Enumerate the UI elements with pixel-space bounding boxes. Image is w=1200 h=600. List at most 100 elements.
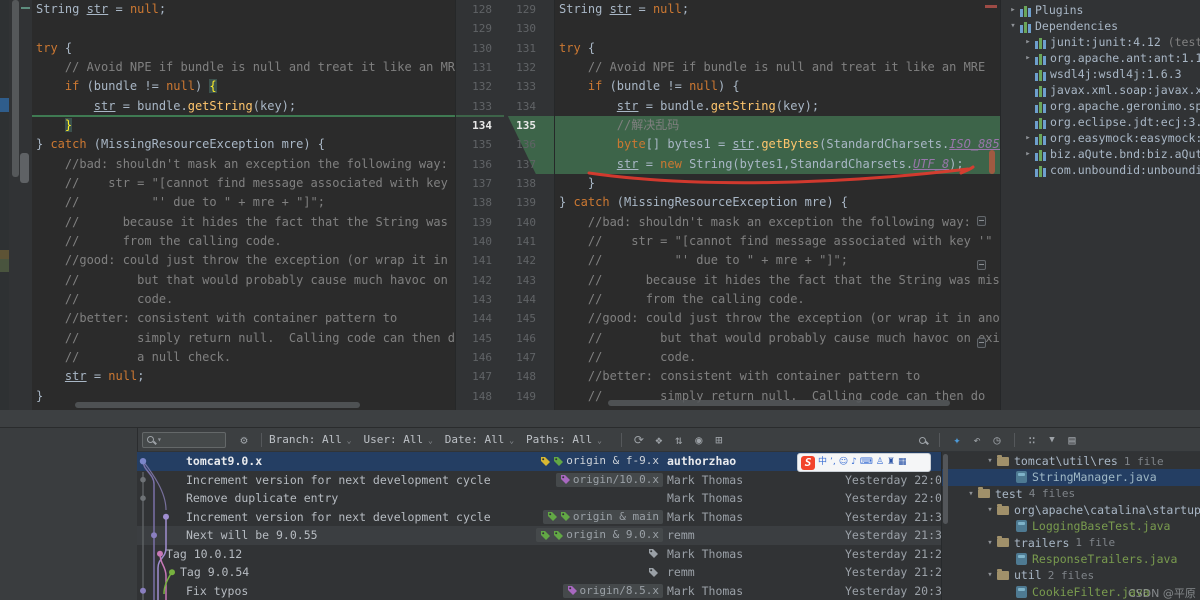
horizontal-splitter[interactable]: [0, 410, 1200, 428]
fold-region-icon[interactable]: [455, 276, 456, 286]
log-toolbar-right-icons: ✦↶◷ ∷▼▤: [912, 433, 1082, 447]
group-by-icon[interactable]: ∷: [1022, 433, 1042, 447]
filter-user[interactable]: User: All ⌄: [364, 433, 433, 446]
open-new-tab-icon[interactable]: ⊞: [709, 433, 729, 447]
fold-region-icon[interactable]: [977, 260, 986, 270]
code-line: // simply return null. Calling code can …: [32, 329, 455, 348]
stripe-marker-blue[interactable]: [0, 98, 9, 112]
file-label: LoggingBaseTest.java: [1032, 519, 1170, 533]
go-to-hash-icon[interactable]: ✦: [947, 433, 967, 447]
fold-dash-icon[interactable]: [21, 7, 30, 9]
more-icon[interactable]: ▦: [898, 454, 907, 471]
punct-icon[interactable]: ’,: [830, 454, 836, 471]
sort-icon[interactable]: ⇅: [669, 433, 689, 447]
history-icon[interactable]: ◷: [987, 433, 1007, 447]
skin-icon[interactable]: ♜: [887, 454, 895, 471]
filter-branch[interactable]: Branch: All ⌄: [269, 433, 352, 446]
sogou-logo-icon[interactable]: S: [801, 456, 815, 470]
log-search-input[interactable]: ▾: [142, 432, 226, 448]
commit-row[interactable]: Fix typosorigin/8.5.xMark ThomasYesterda…: [137, 582, 941, 600]
undo-icon[interactable]: ↶: [967, 433, 987, 447]
filter-date[interactable]: Date: All ⌄: [445, 433, 514, 446]
left-vertical-scrollbar[interactable]: [12, 0, 19, 177]
dependency-item[interactable]: javax.xml.soap:javax.xml: [1001, 82, 1200, 98]
files-scrollbar[interactable]: [943, 454, 948, 524]
commit-row[interactable]: Remove duplicate entryMark ThomasYesterd…: [137, 489, 941, 508]
file-tree-folder[interactable]: ▾util2 files: [942, 567, 1200, 583]
folder-icon: [997, 538, 1009, 547]
mode-icon[interactable]: 中: [818, 454, 827, 471]
sogou-input-bar[interactable]: S 中’,☺♪⌨♙♜▦: [797, 453, 931, 472]
filter-icon[interactable]: ▼: [1042, 435, 1062, 445]
code-line: str = bundle.getString(key);: [32, 97, 455, 116]
left-horizontal-scrollbar[interactable]: [75, 402, 360, 408]
left-error-stripe[interactable]: [0, 0, 9, 410]
fold-region-icon[interactable]: [977, 338, 986, 348]
dependency-item[interactable]: org.eclipse.jdt:ecj:3.17: [1001, 114, 1200, 130]
file-tree-file[interactable]: LoggingBaseTest.java: [942, 518, 1200, 534]
chevron-down-icon[interactable]: ▾: [965, 489, 977, 499]
chevron-down-icon[interactable]: ▾: [1007, 18, 1019, 34]
diff-left-editor[interactable]: String str = null;try { // Avoid NPE if …: [32, 0, 455, 410]
file-tree-file[interactable]: StringManager.java: [942, 469, 1200, 485]
keyboard-icon[interactable]: ⌨: [860, 454, 873, 471]
right-horizontal-scrollbar[interactable]: [608, 400, 950, 406]
chevron-down-icon[interactable]: ▾: [984, 570, 996, 580]
chevron-right-icon[interactable]: ▸: [1022, 34, 1034, 50]
preview-diff-icon[interactable]: ▤: [1062, 433, 1082, 447]
chevron-right-icon[interactable]: ▸: [1022, 50, 1034, 66]
line-number-right: 140: [500, 213, 544, 232]
dependency-item[interactable]: ▾Dependencies: [1001, 18, 1200, 34]
chevron-right-icon[interactable]: ▸: [1022, 146, 1034, 162]
fetch-icon[interactable]: ❖: [649, 433, 669, 447]
file-tree-folder[interactable]: ▾test4 files: [942, 486, 1200, 502]
gutter-change-marker[interactable]: [20, 153, 29, 183]
file-tree-file[interactable]: ResponseTrailers.java: [942, 551, 1200, 567]
file-tree-folder[interactable]: ▾tomcat\util\res1 file: [942, 453, 1200, 469]
intellisort-icon[interactable]: ◉: [689, 433, 709, 447]
diff-right-editor[interactable]: String str = null;try { // Avoid NPE if …: [555, 0, 1000, 410]
dependency-item[interactable]: wsdl4j:wsdl4j:1.6.3: [1001, 66, 1200, 82]
plugins-icon: [1020, 5, 1031, 16]
dependency-item[interactable]: org.apache.geronimo.spec: [1001, 98, 1200, 114]
commit-list[interactable]: tomcat9.0.xorigin & f-9.xauthorzhaoIncre…: [137, 452, 941, 600]
chevron-down-icon[interactable]: ▾: [984, 538, 996, 548]
file-tree-folder[interactable]: ▾trailers1 file: [942, 534, 1200, 550]
mic-icon[interactable]: ♪: [851, 454, 857, 471]
file-tree-folder[interactable]: ▾org\apache\catalina\startup1 file: [942, 502, 1200, 518]
code-line: //better: consistent with container patt…: [555, 367, 1000, 386]
stripe-marker-green[interactable]: [0, 259, 9, 272]
dependency-item[interactable]: ▸org.easymock:easymock:4.: [1001, 130, 1200, 146]
gear-icon[interactable]: ⚙: [234, 433, 254, 447]
dependency-item[interactable]: ▸biz.aQute.bnd:biz.aQute.: [1001, 146, 1200, 162]
search-history-caret-icon[interactable]: ▾: [157, 435, 162, 444]
commit-row[interactable]: Increment version for next development c…: [137, 471, 941, 490]
stripe-marker-brown[interactable]: [0, 250, 9, 259]
chevron-right-icon[interactable]: ▸: [1007, 2, 1019, 18]
search-commits-icon[interactable]: [912, 433, 932, 447]
ref-label: origin/10.0.x: [556, 473, 663, 487]
commit-row[interactable]: Next will be 9.0.55origin & 9.0.xremmYes…: [137, 526, 941, 545]
right-stripe-marker-orange[interactable]: [989, 150, 995, 174]
chevron-down-icon[interactable]: ▾: [984, 505, 996, 515]
refresh-icon[interactable]: ⟳: [629, 433, 649, 447]
changed-files-panel[interactable]: ▾tomcat\util\res1 fileStringManager.java…: [941, 452, 1200, 600]
filter-paths[interactable]: Paths: All ⌄: [526, 433, 602, 446]
commit-row[interactable]: Tag 9.0.54remmYesterday 21:26: [137, 563, 941, 582]
dependency-item[interactable]: ▸junit:junit:4.12 (test): [1001, 34, 1200, 50]
commit-row[interactable]: Increment version for next development c…: [137, 508, 941, 527]
maven-dependencies-panel[interactable]: ▸Plugins▾Dependencies▸junit:junit:4.12 (…: [1000, 0, 1200, 410]
dependency-item[interactable]: com.unboundid:unboundid-: [1001, 162, 1200, 178]
code-line: str = bundle.getString(key);: [555, 97, 1000, 116]
commit-row[interactable]: Tag 10.0.12Mark ThomasYesterday 21:28: [137, 545, 941, 564]
dependency-item[interactable]: ▸Plugins: [1001, 2, 1200, 18]
chevron-right-icon[interactable]: ▸: [1022, 130, 1034, 146]
fold-region-icon[interactable]: [977, 216, 986, 226]
chevron-down-icon[interactable]: ▾: [984, 456, 996, 466]
toolbox-icon[interactable]: ♙: [876, 454, 884, 471]
fold-region-icon[interactable]: [455, 254, 456, 264]
line-number-row: 146147: [456, 348, 554, 367]
dependency-item[interactable]: ▸org.apache.ant:ant:1.10.1: [1001, 50, 1200, 66]
emoji-icon[interactable]: ☺: [839, 454, 848, 471]
fold-region-icon[interactable]: [455, 198, 456, 208]
